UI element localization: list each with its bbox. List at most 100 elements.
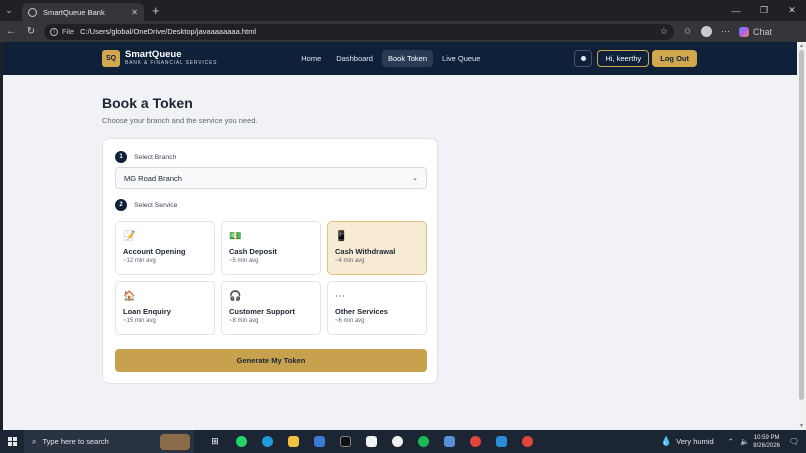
profile-avatar[interactable]	[701, 26, 712, 37]
clock[interactable]: 10:59 PM 8/26/2026	[753, 434, 780, 450]
service-customer-support[interactable]: 🎧 Customer Support ~8 min avg	[221, 281, 321, 335]
brand-name: SmartQueue	[125, 49, 182, 60]
brand-mark: SQ	[102, 50, 120, 67]
task-view-icon[interactable]: ⊞	[202, 430, 228, 453]
step-number: 1	[115, 151, 127, 163]
close-tab-icon[interactable]: ✕	[131, 8, 138, 17]
file-explorer-icon[interactable]	[280, 430, 306, 453]
tab-search-icon[interactable]: ⌄	[0, 0, 18, 21]
notepad-icon[interactable]	[358, 430, 384, 453]
browser-tab[interactable]: SmartQueue Bank ✕	[22, 3, 144, 21]
atm-icon: 📱	[335, 231, 348, 242]
service-avg-time: ~5 min avg	[229, 258, 259, 264]
notification-icon[interactable]: 🗨	[786, 437, 802, 446]
page-scrollbar[interactable]: ▲ ▼	[797, 42, 806, 430]
cash-icon: 💵	[229, 231, 242, 242]
service-avg-time: ~6 min avg	[335, 318, 365, 324]
vscode-icon[interactable]	[488, 430, 514, 453]
window-controls: — ❐ ✕	[722, 0, 806, 21]
mail-icon[interactable]	[306, 430, 332, 453]
close-window-icon[interactable]: ✕	[778, 0, 806, 21]
tab-title: SmartQueue Bank	[43, 7, 105, 17]
taskbar-search[interactable]: ⌕ Type here to search	[24, 430, 194, 453]
chevron-up-icon[interactable]: ⌃	[728, 437, 734, 446]
service-name: Customer Support	[229, 307, 295, 316]
service-cash-deposit[interactable]: 💵 Cash Deposit ~5 min avg	[221, 221, 321, 275]
clock-date: 8/26/2026	[753, 442, 780, 449]
service-account-opening[interactable]: 📝 Account Opening ~12 min avg	[115, 221, 215, 275]
service-name: Other Services	[335, 307, 388, 316]
step-label: Select Service	[134, 201, 178, 209]
weather-widget[interactable]: 💧 Very humid	[661, 436, 714, 447]
generate-token-button[interactable]: Generate My Token	[115, 349, 427, 372]
search-placeholder: Type here to search	[42, 437, 109, 446]
more-menu-icon[interactable]: ⋯	[716, 21, 735, 42]
taskbar-apps: ⊞	[202, 430, 540, 453]
address-bar[interactable]: i File C:/Users/global/OneDrive/Desktop/…	[44, 23, 674, 40]
scroll-up-icon[interactable]: ▲	[799, 43, 804, 49]
service-name: Cash Deposit	[229, 247, 277, 256]
booking-card: 1 Select Branch MG Road Branch ⌄ 2 Selec…	[102, 138, 438, 384]
service-name: Cash Withdrawal	[335, 247, 396, 256]
back-icon[interactable]: ←	[2, 21, 20, 42]
service-avg-time: ~8 min avg	[229, 318, 259, 324]
house-icon: 🏠	[123, 291, 136, 302]
more-icon: ⋯	[335, 291, 345, 302]
nav-dashboard[interactable]: Dashboard	[330, 50, 379, 67]
brand-tagline: BANK & FINANCIAL SERVICES	[125, 60, 218, 66]
scrollbar-thumb[interactable]	[799, 50, 804, 400]
scroll-down-icon[interactable]: ▼	[799, 423, 804, 429]
browser-toolbar: ← ↻ i File C:/Users/global/OneDrive/Desk…	[0, 21, 806, 42]
user-greeting-button[interactable]: Hi, keerthy	[597, 50, 650, 67]
logout-button[interactable]: Log Out	[652, 50, 697, 67]
theme-toggle-button[interactable]	[574, 50, 593, 67]
service-avg-time: ~12 min avg	[123, 258, 156, 264]
service-avg-time: ~15 min avg	[123, 318, 156, 324]
branch-select[interactable]: MG Road Branch ⌄	[115, 167, 427, 189]
reload-icon[interactable]: ↻	[22, 21, 40, 42]
url-text: C:/Users/global/OneDrive/Desktop/javaaaa…	[80, 27, 257, 36]
page-title: Book a Token	[102, 95, 193, 111]
brand-logo[interactable]: SQ SmartQueue BANK & FINANCIAL SERVICES	[102, 50, 217, 67]
github-icon[interactable]	[384, 430, 410, 453]
bookmark-star-icon[interactable]: ☆	[660, 26, 668, 37]
humidity-icon: 💧	[660, 436, 673, 446]
info-icon[interactable]: i	[50, 27, 58, 36]
url-scheme: File	[62, 27, 75, 36]
step-number: 2	[115, 199, 127, 211]
new-tab-button[interactable]: +	[152, 3, 160, 18]
nav-book-token[interactable]: Book Token	[381, 50, 434, 67]
nav-home[interactable]: Home	[295, 50, 327, 67]
whatsapp-icon[interactable]	[228, 430, 254, 453]
windows-taskbar: ⌕ Type here to search ⊞ 💧 Very humid ⌃ 🔈…	[0, 430, 806, 453]
store-icon[interactable]	[436, 430, 462, 453]
service-loan-enquiry[interactable]: 🏠 Loan Enquiry ~15 min avg	[115, 281, 215, 335]
service-name: Account Opening	[123, 247, 186, 256]
page-viewport: SQ SmartQueue BANK & FINANCIAL SERVICES …	[3, 42, 797, 430]
globe-icon	[28, 7, 37, 17]
weather-text: Very humid	[676, 437, 714, 446]
volume-icon[interactable]: 🔈	[740, 437, 749, 446]
windows-logo-icon	[7, 437, 17, 446]
service-name: Loan Enquiry	[123, 307, 171, 316]
chrome-profile-icon[interactable]	[514, 430, 540, 453]
edge-icon[interactable]	[254, 430, 280, 453]
capcut-icon[interactable]	[332, 430, 358, 453]
nav-live-queue[interactable]: Live Queue	[436, 50, 486, 67]
system-tray: 💧 Very humid ⌃ 🔈 10:59 PM 8/26/2026 🗨	[661, 434, 806, 450]
form-icon: 📝	[123, 231, 136, 242]
service-avg-time: ~4 min avg	[335, 258, 365, 264]
minimize-icon[interactable]: —	[722, 0, 750, 21]
chevron-down-icon: ⌄	[412, 175, 418, 182]
service-cash-withdrawal[interactable]: 📱 Cash Withdrawal ~4 min avg	[327, 221, 427, 275]
theme-dot-icon	[580, 56, 586, 61]
step-branch: 1 Select Branch	[115, 151, 176, 163]
favorites-icon[interactable]: ✩	[678, 21, 697, 42]
chrome-icon[interactable]	[462, 430, 488, 453]
copilot-icon	[739, 26, 749, 37]
copilot-chat-button[interactable]: Chat	[739, 21, 772, 42]
start-button[interactable]	[0, 430, 24, 453]
maximize-icon[interactable]: ❐	[750, 0, 778, 21]
service-other[interactable]: ⋯ Other Services ~6 min avg	[327, 281, 427, 335]
spotify-icon[interactable]	[410, 430, 436, 453]
